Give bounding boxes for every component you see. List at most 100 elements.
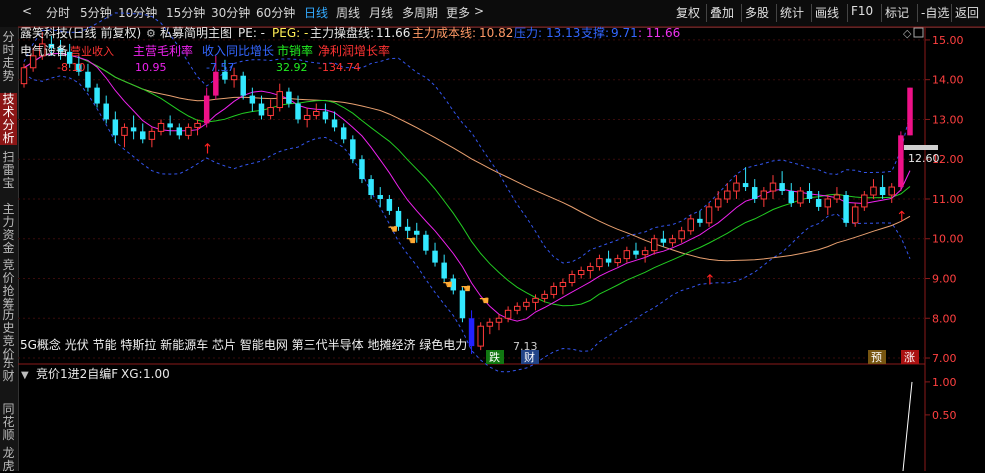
candle-body <box>477 325 484 347</box>
candle-body <box>441 262 447 279</box>
candle-body <box>423 234 429 251</box>
main-cost-label: 主力成本线: <box>412 26 476 40</box>
pre-badge: 预 <box>871 351 882 364</box>
net-profit-value: -134.74 <box>318 61 360 74</box>
price-tick-label: 7.00 <box>932 352 957 365</box>
candle-body <box>541 293 548 299</box>
candle-body <box>140 131 146 140</box>
main-cost-value: 10.82 <box>479 26 513 40</box>
stock-title[interactable]: 露笑科技(日线 前复权) <box>20 25 141 40</box>
price-tick-label: 10.00 <box>932 233 964 246</box>
price-tick-label: 9.00 <box>932 273 957 286</box>
price-tick-label: 15.00 <box>932 34 964 47</box>
hand-icon: ☚ <box>479 293 490 307</box>
short-ma-line <box>23 52 911 307</box>
candle-body <box>843 195 849 223</box>
candle-body <box>230 75 238 81</box>
current-price-label: 12.60 <box>908 152 940 165</box>
candle-body <box>94 87 100 104</box>
candle-body <box>587 266 594 272</box>
candle-body <box>486 321 494 327</box>
candle-body <box>678 230 685 240</box>
current-price-tag-bg <box>904 145 938 150</box>
candle-body <box>303 114 311 120</box>
price-axis: 15.0014.0013.0012.0011.0010.009.008.007.… <box>925 34 964 365</box>
candle-body <box>504 309 512 319</box>
candle-body <box>350 139 356 160</box>
candle-body <box>340 127 347 140</box>
candle-body <box>660 238 667 243</box>
candle-body <box>313 111 320 116</box>
candle-body <box>213 71 219 96</box>
candle-body <box>870 186 877 196</box>
candle-body <box>614 258 621 264</box>
settings-gear-icon[interactable]: ⚙ <box>146 27 156 40</box>
gross-margin-label: 主营毛利率 <box>133 43 193 58</box>
ps-label: 市销率 <box>277 43 313 58</box>
buy-arrow-icon: ↑ <box>896 209 908 225</box>
boll-lower <box>23 73 911 373</box>
indicator-name[interactable]: 私募简明主图 <box>160 26 232 40</box>
expand-box-icon[interactable] <box>913 27 924 38</box>
candle-body <box>851 206 859 224</box>
candle-body <box>779 183 785 192</box>
sub-indicator-title[interactable]: 竞价1进2自编F <box>36 366 118 381</box>
candle-body <box>596 258 603 268</box>
candle-body <box>331 119 338 128</box>
up-badge: 涨 <box>904 351 915 364</box>
candle-body <box>641 250 649 256</box>
candle-body <box>898 135 904 188</box>
candle-body <box>751 187 758 199</box>
candle-body <box>733 182 740 192</box>
candle-body <box>568 274 576 283</box>
candle-body <box>295 103 301 120</box>
buy-arrow-icon: ↑ <box>202 141 214 157</box>
hand-icon: ☚ <box>406 234 417 248</box>
candle-body <box>286 91 292 104</box>
candle-body <box>404 226 411 231</box>
candle-body <box>824 198 832 208</box>
candle-body <box>267 107 274 116</box>
candle-body <box>605 258 612 263</box>
candle-body <box>322 111 329 120</box>
industry-label: 电气设备 <box>20 43 68 58</box>
candle-body <box>176 127 183 136</box>
net-profit-label: 净利润增长率 <box>318 43 390 58</box>
candlesticks <box>20 31 913 355</box>
candle-body <box>203 95 210 124</box>
buy-arrow-icon: ↑ <box>704 273 716 289</box>
candle-body <box>468 318 475 347</box>
candle-body <box>368 179 374 195</box>
collapse-diamond-icon[interactable]: ◇ <box>903 27 912 40</box>
candle-body <box>861 194 868 208</box>
candle-body <box>577 270 585 276</box>
gross-margin-value: 10.95 <box>135 61 167 74</box>
candle-body <box>513 305 521 311</box>
candle-body <box>797 190 804 204</box>
ps-value: 32.92 <box>276 61 308 74</box>
candle-body <box>240 75 246 96</box>
candle-body <box>724 190 731 200</box>
xg-value: 1.00 <box>143 367 170 381</box>
sub-collapse-icon[interactable]: ▼ <box>21 370 29 381</box>
candle-body <box>669 238 676 244</box>
long-ma-line <box>23 52 911 262</box>
down-badge: 跌 <box>489 350 500 364</box>
candle-body <box>112 119 119 136</box>
extra-value: : 11.66 <box>638 26 680 40</box>
xg-label: XG: <box>121 367 143 381</box>
candle-body <box>157 122 165 132</box>
candle-body <box>623 250 631 260</box>
candle-body <box>249 95 256 104</box>
candle-body <box>523 301 530 307</box>
xg-signal-line <box>902 381 913 471</box>
pe-label: PE: - <box>238 26 265 40</box>
candle-body <box>687 218 695 232</box>
price-tick-label: 11.00 <box>932 193 964 206</box>
support-label: 支撑: <box>581 25 609 40</box>
concept-tags: 5G概念 光伏 节能 特斯拉 新能源车 芯片 智能电网 第三代半导体 地摊经济 … <box>20 337 467 352</box>
candle-body <box>85 71 91 88</box>
candle-body <box>833 194 841 200</box>
candle-body <box>559 281 567 287</box>
price-tick-label: 8.00 <box>932 312 957 325</box>
